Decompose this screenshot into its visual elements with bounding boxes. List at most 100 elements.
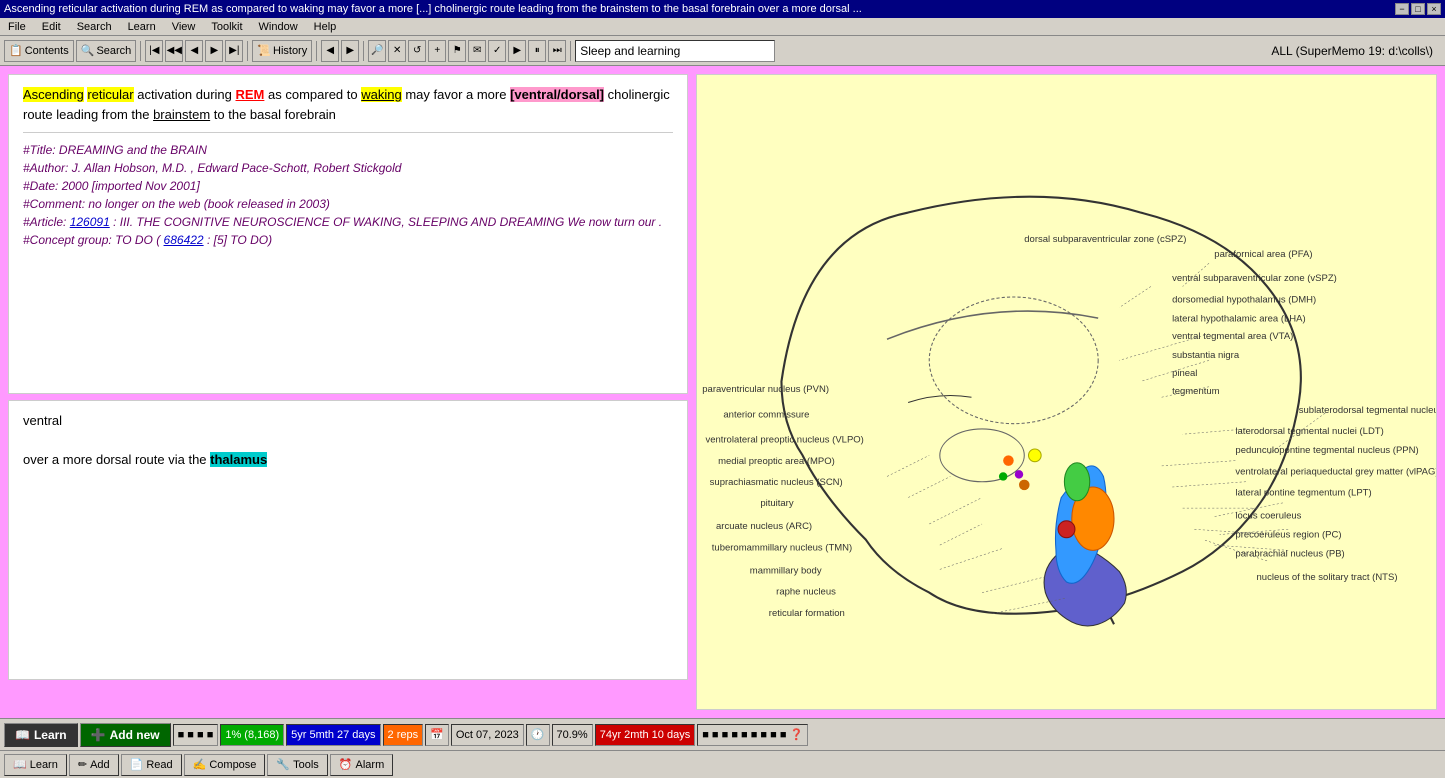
menu-view[interactable]: View — [168, 20, 200, 34]
brain-outline — [781, 197, 1325, 626]
label-line-arc — [940, 524, 982, 545]
contents-icon: 📋 — [9, 44, 23, 57]
nav-prev[interactable]: ◀ — [185, 40, 203, 62]
label-sn: substantia nigra — [1172, 350, 1240, 361]
tools-bottom-button[interactable]: 🔧 Tools — [267, 754, 327, 776]
menu-file[interactable]: File — [4, 20, 30, 34]
label-dmh: dorsomedial hypothalamus (DMH) — [1172, 294, 1316, 305]
maximize-button[interactable]: □ — [1411, 3, 1425, 15]
label-line-vlpo — [887, 455, 929, 476]
label-arc: arcuate nucleus (ARC) — [716, 521, 812, 532]
nav-back[interactable]: ◀ — [321, 40, 339, 62]
learn-status-button[interactable]: 📖 Learn — [4, 723, 78, 747]
green-dot-sm — [999, 472, 1007, 480]
minimize-button[interactable]: − — [1395, 3, 1409, 15]
nav-prev2[interactable]: ◀◀ — [165, 40, 183, 62]
tools-bottom-label: Tools — [293, 759, 319, 771]
read-bottom-button[interactable]: 📄 Read — [121, 754, 182, 776]
question-box: Ascending reticular activation during RE… — [8, 74, 688, 394]
skip-btn[interactable]: ⏭ — [548, 40, 566, 62]
toolbar-separator-2 — [247, 41, 248, 61]
menu-help[interactable]: Help — [310, 20, 341, 34]
label-line-ldt — [1162, 461, 1236, 466]
label-line-mpo — [908, 476, 950, 497]
bottom-toolbar: 📖 Learn ✏ Add 📄 Read ✍ Compose 🔧 Tools ⏰… — [0, 750, 1445, 778]
status-reps: 2 reps — [383, 724, 424, 746]
add-bottom-button[interactable]: ✏ Add — [69, 754, 119, 776]
label-line-mam — [982, 577, 1045, 593]
answer-line1: ventral — [23, 411, 673, 431]
brain-svg: parafornical area (PFA) dorsal subparave… — [697, 75, 1436, 709]
text3: may favor a more — [405, 87, 510, 102]
stop-btn[interactable]: ✕ — [388, 40, 406, 62]
alarm-bottom-label: Alarm — [356, 759, 385, 771]
answer-box: ventral over a more dorsal route via the… — [8, 400, 688, 680]
main-area: Ascending reticular activation during RE… — [0, 66, 1445, 718]
nav-last[interactable]: ▶| — [225, 40, 243, 62]
search-button[interactable]: 🔍 Search — [76, 40, 137, 62]
label-line-ppn — [1172, 482, 1246, 487]
toolbar-separator-1 — [140, 41, 141, 61]
learn-bottom-button[interactable]: 📖 Learn — [4, 754, 67, 776]
article-link[interactable]: 126091 — [70, 215, 110, 229]
label-pvn: paraventricular nucleus (PVN) — [702, 384, 829, 395]
menu-search[interactable]: Search — [73, 20, 116, 34]
anterior-commissure-line — [908, 396, 971, 403]
label-lpt: lateral pontine tegmentum (LPT) — [1235, 487, 1371, 498]
label-vlpo: ventrolateral preoptic nucleus (VLPO) — [705, 435, 863, 446]
refresh-btn[interactable]: ↺ — [408, 40, 426, 62]
learn-label: Learn — [34, 728, 67, 742]
label-nts: nucleus of the solitary tract (NTS) — [1257, 572, 1398, 583]
menu-window[interactable]: Window — [255, 20, 302, 34]
label-pituitary: pituitary — [760, 498, 794, 509]
menu-edit[interactable]: Edit — [38, 20, 65, 34]
addnew-status-button[interactable]: ➕ Add new — [80, 723, 171, 747]
close-button[interactable]: × — [1427, 3, 1441, 15]
contents-button[interactable]: 📋 Contents — [4, 40, 74, 62]
status-extra-icons: ■ ■ ■ ■ ■ ■ ■ ■ ■ ❓ — [697, 724, 808, 746]
menu-learn[interactable]: Learn — [124, 20, 160, 34]
zoom-btn[interactable]: 🔎 — [368, 40, 386, 62]
title-bar: Ascending reticular activation during RE… — [0, 0, 1445, 18]
yellow-dot — [1028, 449, 1041, 462]
green-region — [1064, 463, 1089, 501]
collection-label: ALL (SuperMemo 19: d:\colls\) — [1271, 44, 1441, 58]
mail-btn[interactable]: ✉ — [468, 40, 486, 62]
brain-diagram-panel: parafornical area (PFA) dorsal subparave… — [696, 74, 1437, 710]
status-date: Oct 07, 2023 — [451, 724, 524, 746]
label-pb: parabrachial nucleus (PB) — [1235, 549, 1344, 560]
menu-bar: File Edit Search Learn View Toolkit Wind… — [0, 18, 1445, 36]
concept-link[interactable]: 686422 — [164, 233, 204, 247]
nav-first[interactable]: |◀ — [145, 40, 163, 62]
metadata-comment: #Comment: no longer on the web (book rel… — [23, 195, 673, 213]
label-lha: lateral hypothalamic area (LHA) — [1172, 313, 1306, 324]
rem-text: REM — [236, 87, 265, 102]
answer-line2: over a more dorsal route via the thalamu… — [23, 450, 673, 470]
flag-btn[interactable]: ⚑ — [448, 40, 466, 62]
add-bottom-icon: ✏ — [78, 758, 87, 771]
contents-label: Contents — [25, 45, 69, 57]
label-tegmentum: tegmentum — [1172, 386, 1220, 397]
nav-forward[interactable]: ▶ — [341, 40, 359, 62]
pause-btn[interactable]: ⏸ — [528, 40, 546, 62]
compose-bottom-button[interactable]: ✍ Compose — [184, 754, 266, 776]
history-button[interactable]: 📜 History — [252, 40, 312, 62]
history-icon: 📜 — [257, 44, 271, 57]
play-btn[interactable]: ▶ — [508, 40, 526, 62]
menu-toolkit[interactable]: Toolkit — [207, 20, 246, 34]
status-bar: 📖 Learn ➕ Add new ■ ■ ■ ■ 1% (8,168) 5yr… — [0, 718, 1445, 750]
label-reticular: reticular formation — [769, 608, 845, 619]
label-vta: ventral tegmental area (VTA) — [1172, 331, 1293, 342]
label-vspz: ventral subparaventricular zone (vSPZ) — [1172, 273, 1337, 284]
add-btn[interactable]: + — [428, 40, 446, 62]
label-pc: precoeruleus region (PC) — [1235, 530, 1341, 541]
label-anterior: anterior commissure — [723, 409, 809, 420]
nav-next[interactable]: ▶ — [205, 40, 223, 62]
hypothalamus-region — [940, 429, 1024, 482]
compose-bottom-icon: ✍ — [193, 758, 207, 771]
label-line-tmn — [940, 548, 1003, 569]
alarm-bottom-button[interactable]: ⏰ Alarm — [330, 754, 393, 776]
check-btn[interactable]: ✓ — [488, 40, 506, 62]
toolbar-separator-4 — [363, 41, 364, 61]
title-input[interactable] — [575, 40, 775, 62]
